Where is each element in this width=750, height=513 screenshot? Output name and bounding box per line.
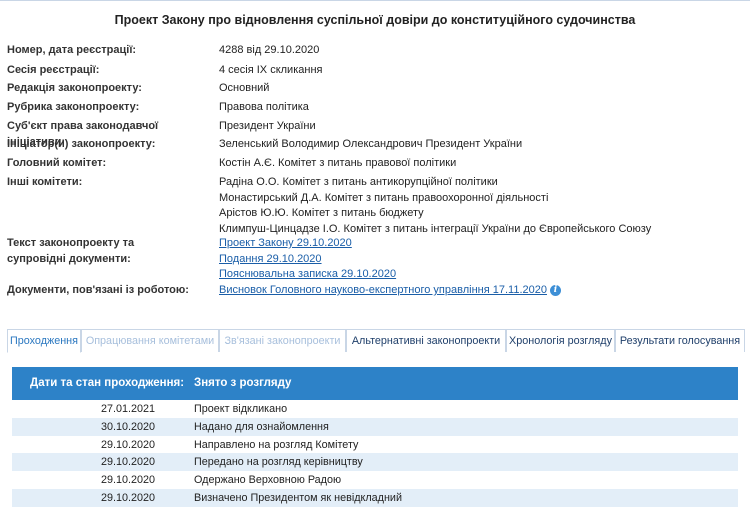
row-status: Направлено на розгляд Комітету — [194, 438, 359, 451]
field-value: 4288 від 29.10.2020 — [219, 44, 320, 56]
page-title: Проект Закону про відновлення суспільної… — [114, 13, 636, 27]
field-label: Редакція законопроекту: — [7, 82, 142, 94]
progress-table: Дати та стан проходження: Знято з розгля… — [12, 367, 738, 507]
header-date: Дати та стан проходження: — [30, 377, 185, 389]
tab-progress[interactable]: Проходження — [7, 329, 81, 353]
row-status: Надано для ознайомлення — [194, 420, 329, 433]
field-label: Інші комітети: — [7, 176, 83, 188]
row-date: 29.10.2020 — [100, 491, 155, 504]
field-value: Правова політика — [219, 101, 309, 113]
table-row: 29.10.2020 Направлено на розгляд Комітет… — [12, 436, 738, 454]
field-label: Номер, дата реєстрації: — [7, 44, 137, 56]
info-icon[interactable]: i — [549, 285, 561, 296]
document-link[interactable]: Висновок Головного науково-експертного у… — [219, 284, 547, 296]
field-label: Головний комітет: — [7, 157, 107, 169]
field-label: Рубрика законопроекту: — [7, 101, 140, 113]
field-label: Сесія реєстрації: — [7, 64, 100, 76]
table-row: 29.10.2020 Передано на розгляд керівницт… — [12, 453, 738, 472]
field-value: Арістов Ю.Ю. Комітет з питань бюджету — [219, 207, 424, 219]
row-status: Одержано Верховною Радою — [194, 474, 342, 487]
tab-committees[interactable]: Опрацювання комітетами — [81, 329, 219, 352]
tab-alternative-bills[interactable]: Альтернативні законопроекти — [346, 329, 506, 352]
tab-voting-results[interactable]: Результати голосування — [615, 329, 745, 352]
row-status: Визначено Президентом як невідкладний — [194, 491, 402, 504]
tab-bar: Проходження Опрацювання комітетами Зв'яз… — [7, 329, 745, 353]
tab-chronology[interactable]: Хронологія розгляду — [506, 329, 615, 352]
row-status: Проект відкликано — [194, 403, 288, 415]
field-label: Текст законопроекту та супровідні докуме… — [7, 237, 135, 265]
field-value: Костін А.Є. Комітет з питань правової по… — [219, 157, 457, 169]
table-row: 30.10.2020 Надано для ознайомлення — [12, 417, 738, 436]
field-value: Климпуш-Цинцадзе І.О. Комітет з питань і… — [219, 222, 652, 235]
row-status: Передано на розгляд керівництву — [194, 456, 363, 469]
field-value: Радіна О.О. Комітет з питань антикорупці… — [219, 176, 498, 188]
field-label: Ініціатор(и) законопроекту: — [7, 138, 156, 150]
field-value: Президент України — [219, 120, 316, 132]
field-value: Зеленський Володимир Олександрович Прези… — [219, 138, 523, 150]
document-link[interactable]: Подання 29.10.2020 — [219, 251, 739, 267]
table-row: 27.01.2021 Проект відкликано — [12, 400, 738, 418]
table-row: 29.10.2020 Одержано Верховною Радою — [12, 471, 738, 489]
field-value: Основний — [219, 82, 270, 94]
tab-related-bills[interactable]: Зв'язані законопроекти — [219, 329, 346, 352]
row-date: 29.10.2020 — [100, 438, 155, 451]
row-date: 27.01.2021 — [100, 403, 155, 415]
row-date: 30.10.2020 — [100, 420, 155, 433]
row-date: 29.10.2020 — [100, 456, 155, 469]
header-status: Знято з розгляду — [194, 377, 292, 389]
document-link[interactable]: Проект Закону 29.10.2020 — [219, 235, 739, 251]
field-label: Документи, пов'язані із роботою: — [7, 284, 189, 296]
row-date: 29.10.2020 — [100, 474, 155, 487]
field-value: Монастирський Д.А. Комітет з питань прав… — [219, 191, 549, 204]
progress-table-header: Дати та стан проходження: Знято з розгля… — [12, 367, 738, 400]
table-row: 29.10.2020 Визначено Президентом як неві… — [12, 488, 738, 507]
field-value: 4 сесія IX скликання — [219, 64, 323, 76]
document-link[interactable]: Пояснювальна записка 29.10.2020 — [219, 266, 739, 282]
